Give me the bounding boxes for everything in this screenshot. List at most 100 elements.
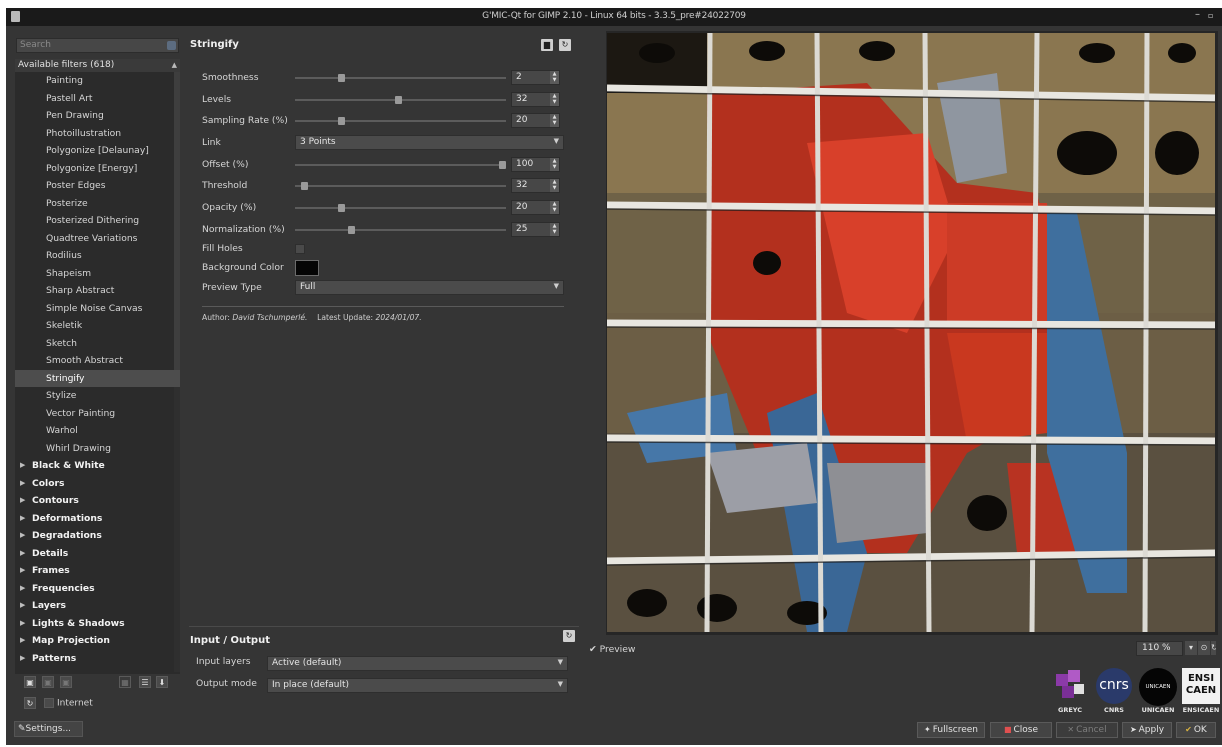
offset-spinbox[interactable]: 100 ▲ ▼ [511,157,560,172]
fullscreen-button[interactable]: ✦ Fullscreen [917,722,985,738]
filter-item[interactable]: Whirl Drawing [15,440,180,458]
filter-item-selected[interactable]: Stringify [15,369,180,387]
slider-handle[interactable] [499,161,506,169]
filter-item[interactable]: Poster Edges [15,177,180,195]
sampling-rate-slider[interactable] [295,117,506,125]
maximize-icon[interactable]: ▫ [1208,11,1213,20]
spin-arrows-icon[interactable]: ▲ ▼ [550,223,559,236]
filter-item[interactable]: Posterize [15,195,180,213]
apply-button[interactable]: ➤ Apply [1122,722,1172,738]
category-item[interactable]: ▶ Map Projection [15,632,180,650]
spin-arrows-icon[interactable]: ▲ ▼ [550,179,559,192]
filter-item[interactable]: Painting [15,72,180,90]
category-item[interactable]: ▶ Contours [15,492,180,510]
preview-image[interactable] [607,33,1215,632]
preview-area[interactable] [606,31,1218,635]
filter-item[interactable]: Vector Painting [15,405,180,423]
slider-handle[interactable] [348,226,355,234]
splitter[interactable] [189,626,579,627]
expand-all-icon[interactable]: ☰ [139,676,151,688]
internet-checkbox[interactable] [44,698,54,708]
zoom-fit-icon[interactable]: ⊙ [1198,641,1210,655]
search-icon[interactable] [167,41,176,50]
refresh-preview-icon[interactable]: ↻ [1211,641,1216,655]
filter-item[interactable]: Sketch [15,335,180,353]
category-item[interactable]: ▶ Details [15,545,180,563]
reset-params-icon[interactable]: ↻ [559,39,571,51]
filter-item[interactable]: Polygonize [Energy] [15,160,180,178]
threshold-spinbox[interactable]: 32 ▲ ▼ [511,178,560,193]
filter-item[interactable]: Photoillustration [15,125,180,143]
category-item[interactable]: ▶ Patterns [15,650,180,668]
copy-command-icon[interactable]: ▆ [541,39,553,51]
visibility-icon[interactable]: ▦ [119,676,131,688]
zoom-level-select[interactable]: 110 % [1136,641,1183,656]
slider-handle[interactable] [395,96,402,104]
fave-add-icon[interactable]: ▣ [24,676,36,688]
filter-item[interactable]: Stylize [15,387,180,405]
filter-item[interactable]: Quadtree Variations [15,230,180,248]
cancel-button[interactable]: ✕ Cancel [1056,722,1118,738]
slider-handle[interactable] [301,182,308,190]
ok-button[interactable]: ✔ OK [1176,722,1216,738]
output-mode-select[interactable]: In place (default) ▼ [267,678,568,693]
threshold-slider[interactable] [295,182,506,190]
settings-button[interactable]: ✎Settings... [14,721,83,737]
search-input[interactable]: Search [16,38,179,53]
fill-holes-checkbox[interactable] [295,244,305,254]
zoom-dropdown-icon[interactable]: ▾ [1185,641,1197,655]
normalization-slider[interactable] [295,226,506,234]
slider-handle[interactable] [338,204,345,212]
filter-item[interactable]: Polygonize [Delaunay] [15,142,180,160]
levels-spinbox[interactable]: 32 ▲ ▼ [511,92,560,107]
minimize-icon[interactable]: – [1195,9,1200,20]
scroll-up-icon[interactable]: ▲ [172,59,177,72]
slider-handle[interactable] [338,74,345,82]
link-select[interactable]: 3 Points ▼ [295,135,564,150]
offset-slider[interactable] [295,161,506,169]
spin-arrows-icon[interactable]: ▲ ▼ [550,201,559,214]
smoothness-spinbox[interactable]: 2 ▲ ▼ [511,70,560,85]
fave-rename-icon[interactable]: ▣ [60,676,72,688]
reset-io-icon[interactable]: ↻ [563,630,575,642]
filter-item[interactable]: Sharp Abstract [15,282,180,300]
sampling-rate-spinbox[interactable]: 20 ▲ ▼ [511,113,560,128]
category-item[interactable]: ▶ Black & White [15,457,180,475]
filter-item[interactable]: Warhol [15,422,180,440]
spin-arrows-icon[interactable]: ▲ ▼ [550,71,559,84]
filter-item[interactable]: Pen Drawing [15,107,180,125]
preview-toggle[interactable]: ✔ Preview [589,644,635,655]
filter-item[interactable]: Shapeism [15,265,180,283]
smoothness-slider[interactable] [295,74,506,82]
normalization-spinbox[interactable]: 25 ▲ ▼ [511,222,560,237]
category-item[interactable]: ▶ Frames [15,562,180,580]
category-item[interactable]: ▶ Degradations [15,527,180,545]
category-item[interactable]: ▶ Frequencies [15,580,180,598]
category-item[interactable]: ▶ Deformations [15,510,180,528]
spin-arrows-icon[interactable]: ▲ ▼ [550,158,559,171]
refresh-icon[interactable]: ↻ [24,697,36,709]
filter-tree[interactable]: Available filters (618) ▲ Painting Paste… [15,59,180,674]
slider-handle[interactable] [338,117,345,125]
opacity-spinbox[interactable]: 20 ▲ ▼ [511,200,560,215]
preview-type-select[interactable]: Full ▼ [295,280,564,295]
levels-slider[interactable] [295,96,506,104]
category-item[interactable]: ▶ Colors [15,475,180,493]
filter-item[interactable]: Simple Noise Canvas [15,300,180,318]
spin-arrows-icon[interactable]: ▲ ▼ [550,93,559,106]
filter-item[interactable]: Posterized Dithering [15,212,180,230]
filter-item[interactable]: Smooth Abstract [15,352,180,370]
cancel-icon: ✕ [1067,725,1075,734]
filter-item[interactable]: Skeletik [15,317,180,335]
fave-remove-icon[interactable]: ▣ [42,676,54,688]
collapse-icon[interactable]: ⬇ [156,676,168,688]
category-item[interactable]: ▶ Lights & Shadows [15,615,180,633]
filter-item[interactable]: Rodilius [15,247,180,265]
opacity-slider[interactable] [295,204,506,212]
spin-arrows-icon[interactable]: ▲ ▼ [550,114,559,127]
input-layers-select[interactable]: Active (default) ▼ [267,656,568,671]
background-color-swatch[interactable] [295,260,319,276]
close-button[interactable]: ■ Close [990,722,1052,738]
filter-item[interactable]: Pastell Art [15,90,180,108]
category-item[interactable]: ▶ Layers [15,597,180,615]
